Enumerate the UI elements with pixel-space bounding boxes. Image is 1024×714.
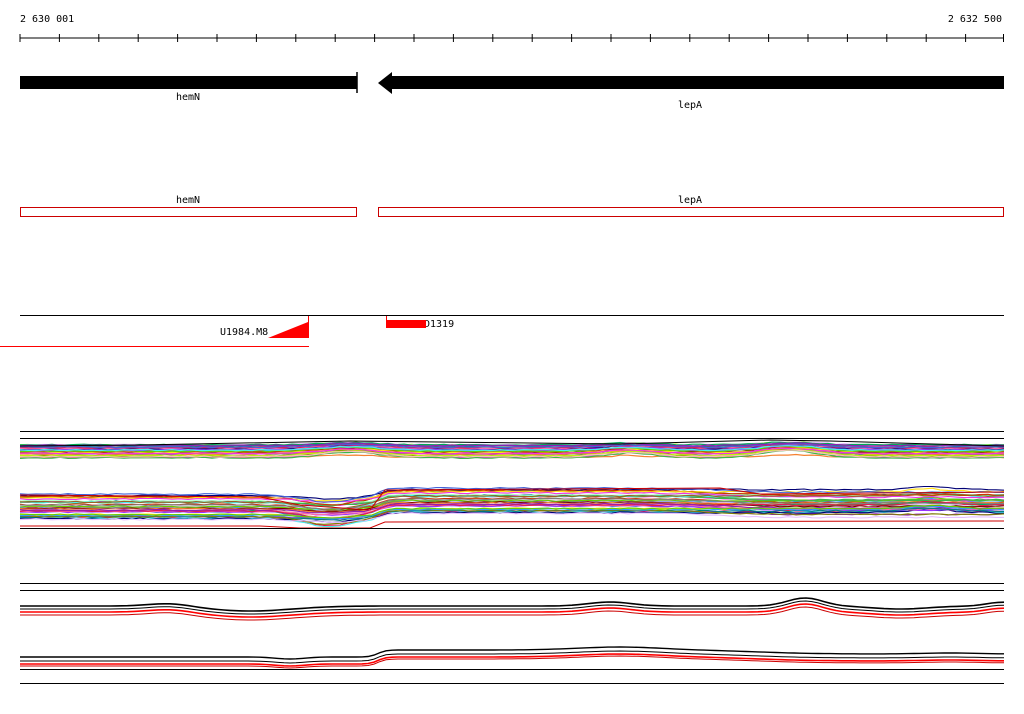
- coverage-summary-lines: [20, 597, 1005, 670]
- feature-wedge-u1984[interactable]: [268, 322, 308, 338]
- cds-track[interactable]: [20, 207, 1004, 217]
- gene-arrow-lepa[interactable]: [378, 72, 1004, 94]
- ruler-axis: [19, 34, 1004, 42]
- coverage-multi-track: [19, 431, 1005, 529]
- coverage-summary-track: [20, 583, 1005, 684]
- cds-box-lepa[interactable]: [378, 207, 1004, 217]
- feature-track[interactable]: [0, 315, 1004, 347]
- genome-browser-canvas: [0, 34, 1005, 684]
- gene-bar-hemn[interactable]: [20, 76, 357, 89]
- gene-track[interactable]: [20, 72, 1004, 94]
- cds-box-hemn[interactable]: [20, 207, 357, 217]
- coverage-lines-lower: [19, 485, 1005, 529]
- feature-block-d1319[interactable]: [386, 320, 426, 328]
- coverage-lines-upper: [19, 439, 1005, 460]
